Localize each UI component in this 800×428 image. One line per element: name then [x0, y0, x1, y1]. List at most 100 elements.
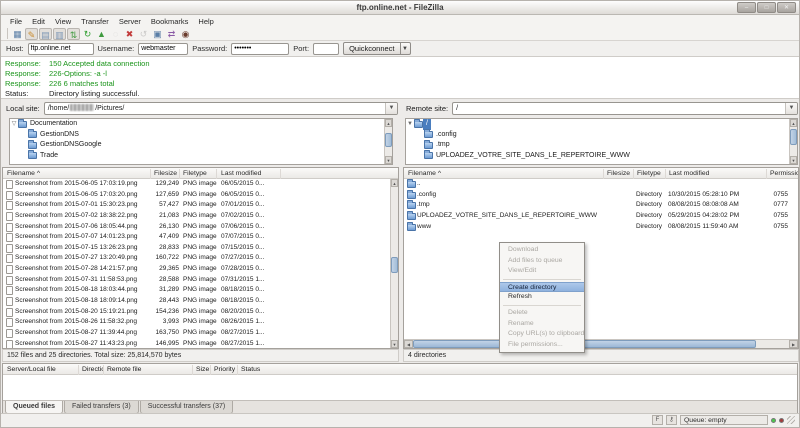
- context-menu-item[interactable]: Add files to queue: [500, 256, 584, 267]
- menu-item[interactable]: Server: [114, 17, 146, 26]
- local-list-scrollbar[interactable]: ▲ ▼: [390, 179, 398, 348]
- remote-site-combo[interactable]: / ▼: [452, 102, 798, 115]
- scroll-up-icon[interactable]: ▲: [391, 179, 398, 187]
- toggle-remote-tree-icon[interactable]: ▥: [53, 28, 66, 40]
- tree-item[interactable]: ▼ /: [406, 119, 797, 130]
- file-row[interactable]: Screenshot from 2015-06-05 17:03:19.png …: [3, 179, 398, 190]
- title-bar[interactable]: ftp.online.net - FileZilla – □ ✕: [1, 1, 799, 15]
- scroll-down-icon[interactable]: ▼: [790, 156, 797, 164]
- file-row[interactable]: Screenshot from 2015-06-05 17:03:20.png …: [3, 190, 398, 201]
- port-input[interactable]: [313, 43, 339, 55]
- toggle-local-tree-icon[interactable]: ▤: [39, 28, 52, 40]
- directory-comparison-icon[interactable]: ▣: [151, 28, 164, 40]
- column-header-last-modified[interactable]: Last modified: [667, 169, 767, 179]
- scroll-down-icon[interactable]: ▼: [385, 156, 392, 164]
- file-row[interactable]: Screenshot from 2015-08-27 11:39:44.png …: [3, 328, 398, 339]
- column-header-status[interactable]: Status: [239, 365, 299, 375]
- close-button[interactable]: ✕: [777, 2, 796, 13]
- file-row[interactable]: Screenshot from 2015-07-06 18:05:44.png …: [3, 222, 398, 233]
- tree-item[interactable]: .config: [406, 130, 797, 141]
- menu-item[interactable]: View: [50, 17, 76, 26]
- cancel-icon[interactable]: ◌: [109, 28, 122, 40]
- scroll-right-icon[interactable]: ▶: [789, 340, 798, 348]
- file-row[interactable]: .config Directory 10/30/2015 05:28:10 PM…: [404, 190, 798, 201]
- file-row[interactable]: Screenshot from 2015-08-27 11:43:23.png …: [3, 339, 398, 349]
- file-row[interactable]: Screenshot from 2015-07-28 14:21:57.png …: [3, 264, 398, 275]
- file-row[interactable]: Screenshot from 2015-07-01 15:30:23.png …: [3, 200, 398, 211]
- column-header-last-modified[interactable]: Last modified: [219, 169, 281, 179]
- context-menu-item[interactable]: Refresh: [500, 292, 584, 303]
- expander-icon[interactable]: ▽: [10, 119, 18, 130]
- file-row[interactable]: Screenshot from 2015-08-20 15:19:21.png …: [3, 307, 398, 318]
- context-menu-item[interactable]: File permissions...: [500, 340, 584, 351]
- quickconnect-dropdown-icon[interactable]: ▼: [401, 42, 411, 55]
- context-menu-item[interactable]: Delete: [500, 308, 584, 319]
- file-row[interactable]: UPLOADEZ_VOTRE_SITE_DANS_LE_REPERTOIRE_W…: [404, 211, 798, 222]
- scroll-up-icon[interactable]: ▲: [790, 119, 797, 127]
- scroll-left-icon[interactable]: ◀: [404, 340, 413, 348]
- disconnect-icon[interactable]: ✖: [123, 28, 136, 40]
- file-row[interactable]: Screenshot from 2015-08-26 11:58:32.png …: [3, 317, 398, 328]
- encryption-key-icon[interactable]: ⚷: [666, 415, 677, 425]
- toggle-message-log-icon[interactable]: ✎: [25, 28, 38, 40]
- file-row[interactable]: Screenshot from 2015-07-07 14:01:23.png …: [3, 232, 398, 243]
- column-header-filename[interactable]: Filename ^: [5, 169, 151, 179]
- maximize-button[interactable]: □: [757, 2, 776, 13]
- column-header-direction[interactable]: Direction: [80, 365, 104, 375]
- synchronized-browsing-icon[interactable]: ⇄: [165, 28, 178, 40]
- username-input[interactable]: [138, 43, 188, 55]
- refresh-icon[interactable]: ↻: [81, 28, 94, 40]
- context-menu-item[interactable]: Create directory: [500, 282, 584, 293]
- find-files-icon[interactable]: ◉: [179, 28, 192, 40]
- toggle-queue-icon[interactable]: ⇅: [67, 28, 80, 40]
- scroll-up-icon[interactable]: ▲: [385, 119, 392, 127]
- reconnect-icon[interactable]: ↺: [137, 28, 150, 40]
- context-menu-item[interactable]: Rename: [500, 319, 584, 330]
- local-tree-scrollbar[interactable]: ▲ ▼: [384, 119, 392, 164]
- password-input[interactable]: [231, 43, 289, 55]
- menu-item[interactable]: Transfer: [76, 17, 114, 26]
- tree-item[interactable]: UPLOADEZ_VOTRE_SITE_DANS_LE_REPERTOIRE_W…: [406, 151, 797, 162]
- tree-item[interactable]: .tmp: [406, 140, 797, 151]
- column-header-filesize[interactable]: Filesize: [152, 169, 180, 179]
- file-row[interactable]: Screenshot from 2015-07-27 13:20:49.png …: [3, 253, 398, 264]
- message-log[interactable]: Command:MLSD Response:150 Accepted data …: [1, 57, 799, 99]
- process-queue-icon[interactable]: ▲: [95, 28, 108, 40]
- transfer-mode-icon[interactable]: F: [652, 415, 663, 425]
- tree-item[interactable]: GestionDNS: [10, 130, 392, 141]
- context-menu-item[interactable]: View/Edit: [500, 266, 584, 277]
- chevron-down-icon[interactable]: ▼: [385, 103, 397, 114]
- expander-icon[interactable]: ▼: [406, 119, 414, 130]
- file-row[interactable]: www Directory 08/08/2015 11:59:40 AM 075…: [404, 222, 798, 233]
- context-menu-item[interactable]: Download: [500, 245, 584, 256]
- quickconnect-button[interactable]: Quickconnect: [343, 42, 400, 55]
- host-input[interactable]: [28, 43, 94, 55]
- remote-tree-scrollbar[interactable]: ▲ ▼: [789, 119, 797, 164]
- file-row[interactable]: Screenshot from 2015-07-15 13:26:23.png …: [3, 243, 398, 254]
- column-header-server-local-file[interactable]: Server/Local file: [5, 365, 79, 375]
- minimize-button[interactable]: –: [737, 2, 756, 13]
- column-header-size[interactable]: Size: [194, 365, 211, 375]
- menu-item[interactable]: Help: [193, 17, 218, 26]
- column-header-filetype[interactable]: Filetype: [635, 169, 666, 179]
- menu-item[interactable]: Bookmarks: [146, 17, 194, 26]
- menu-item[interactable]: File: [5, 17, 27, 26]
- remote-list-horizontal-scrollbar[interactable]: ◀ ▶: [404, 339, 798, 348]
- file-row[interactable]: Screenshot from 2015-08-18 18:09:14.png …: [3, 296, 398, 307]
- file-row[interactable]: Screenshot from 2015-07-31 11:58:53.png …: [3, 275, 398, 286]
- tree-item[interactable]: Trade: [10, 151, 392, 162]
- local-site-combo[interactable]: /home//Pictures/ ▼: [44, 102, 398, 115]
- file-row[interactable]: Screenshot from 2015-08-18 18:03:44.png …: [3, 285, 398, 296]
- context-menu-item[interactable]: Copy URL(s) to clipboard: [500, 329, 584, 340]
- tree-item[interactable]: GestionDNSGoogle: [10, 140, 392, 151]
- resize-grip[interactable]: [787, 416, 795, 424]
- column-header-filetype[interactable]: Filetype: [181, 169, 217, 179]
- column-header-permissions[interactable]: Permission: [768, 169, 799, 179]
- column-header-remote-file[interactable]: Remote file: [105, 365, 193, 375]
- scroll-down-icon[interactable]: ▼: [391, 340, 398, 348]
- file-row[interactable]: .tmp Directory 08/08/2015 08:08:08 AM 07…: [404, 200, 798, 211]
- file-row[interactable]: Screenshot from 2015-07-02 18:38:22.png …: [3, 211, 398, 222]
- file-row[interactable]: ..: [404, 179, 798, 190]
- column-header-priority[interactable]: Priority: [212, 365, 238, 375]
- column-header-filesize[interactable]: Filesize: [605, 169, 634, 179]
